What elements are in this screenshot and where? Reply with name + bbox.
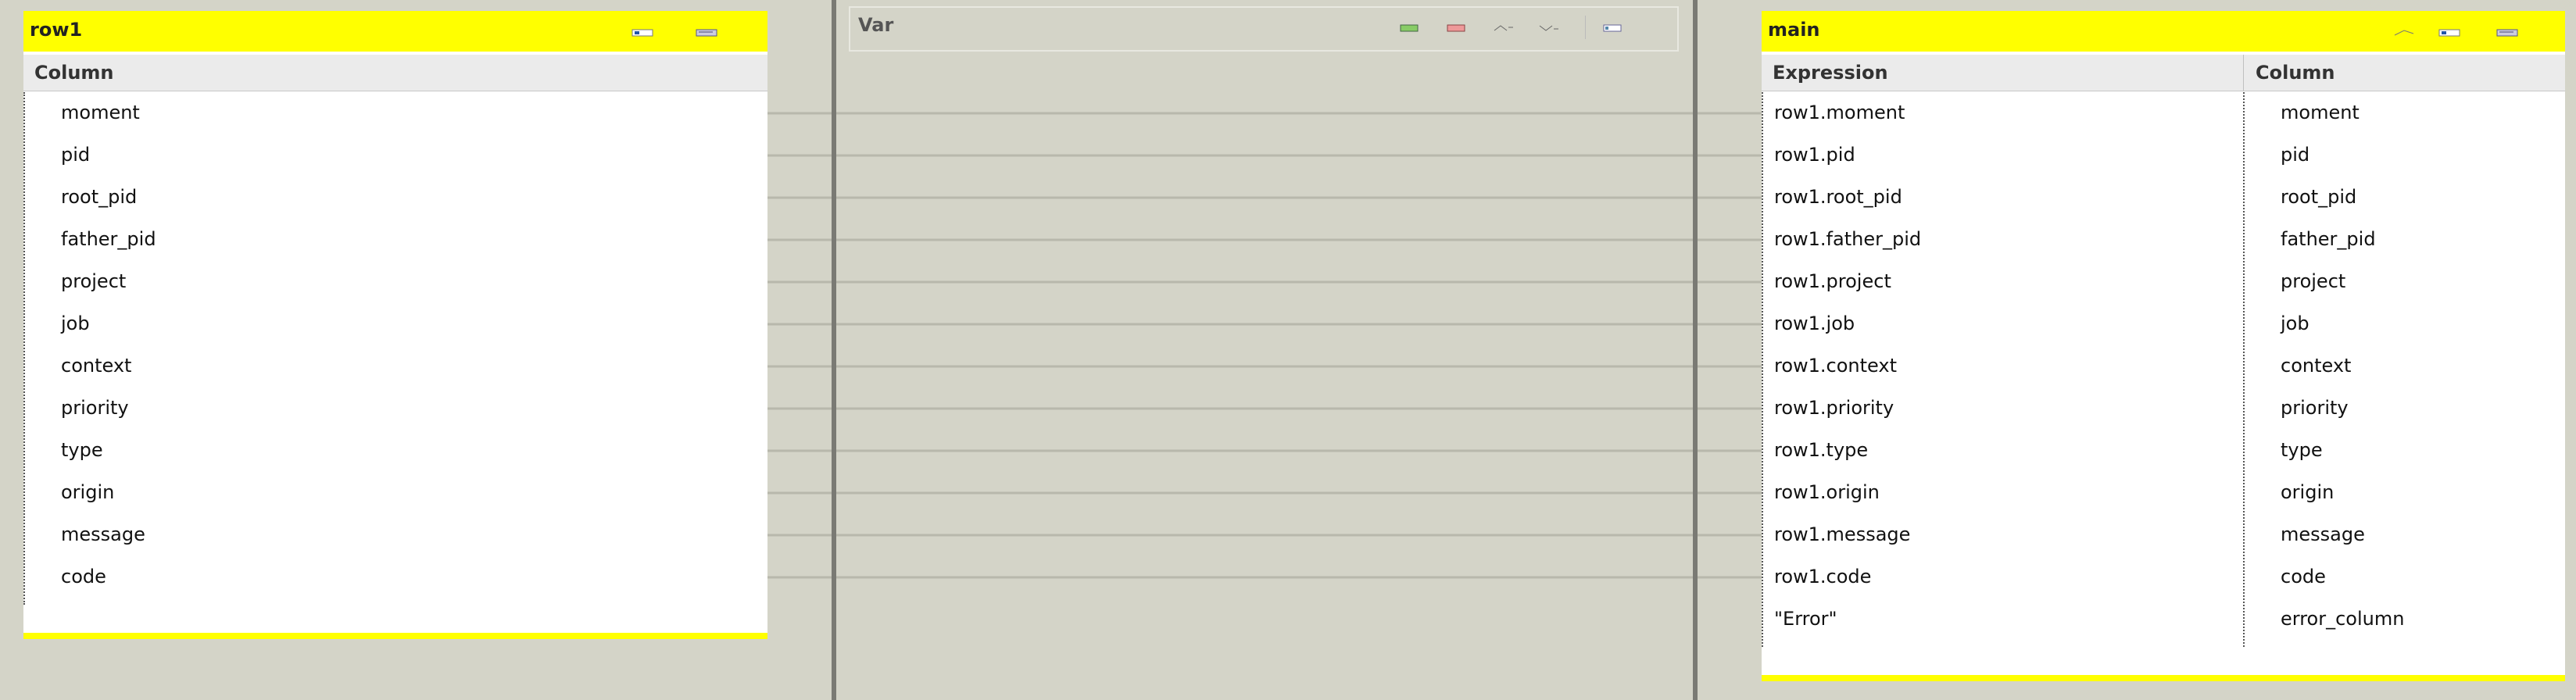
output-row-context[interactable]: row1.context context (1762, 345, 2565, 388)
expression-cell[interactable]: row1.message (1774, 523, 1910, 545)
output-row-message[interactable]: row1.message message (1762, 514, 2565, 556)
input-table-title: row1 (30, 19, 83, 41)
input-row-pid[interactable]: pid (23, 134, 767, 177)
input-table-row1[interactable]: row1 Column moment pid root_pid father_pidp… (23, 11, 767, 639)
input-row-father_pid[interactable]: father_pid (23, 219, 767, 261)
output-column-name: priority (2281, 397, 2349, 419)
expression-cell[interactable]: row1.type (1774, 439, 1868, 461)
input-table-title-bar[interactable]: row1 (23, 11, 767, 52)
output-row-origin[interactable]: row1.origin origin (1762, 472, 2565, 514)
input-column-header-label: Column (34, 62, 114, 84)
input-column-name: priority (61, 397, 129, 419)
input-row-origin[interactable]: origin (23, 472, 767, 514)
input-row-moment[interactable]: moment (23, 92, 767, 134)
output-table-main[interactable]: main Expression Column row1.moment moment… (1762, 11, 2565, 681)
move-down-icon[interactable] (1538, 22, 1560, 33)
input-row-code[interactable]: code (23, 556, 767, 598)
input-column-name: father_pid (61, 228, 156, 250)
edit-schema-icon[interactable] (696, 27, 719, 38)
input-row-root_pid[interactable]: root_pid (23, 177, 767, 219)
output-row-pid[interactable]: row1.pid pid (1762, 134, 2565, 177)
input-row-message[interactable]: message (23, 514, 767, 556)
output-column-name: origin (2281, 481, 2334, 503)
input-row-context[interactable]: context (23, 345, 767, 388)
output-column-name: moment (2281, 102, 2360, 123)
var-toolbar-separator (1585, 16, 1586, 39)
input-column-header: Column (23, 55, 767, 91)
auto-map-icon[interactable] (631, 27, 655, 38)
input-column-name: type (61, 439, 103, 461)
output-row-moment[interactable]: row1.moment moment (1762, 92, 2565, 134)
output-row-root_pid[interactable]: row1.root_pid root_pid (1762, 177, 2565, 219)
var-panel-title: Var (858, 14, 894, 36)
output-row-type[interactable]: row1.type type (1762, 430, 2565, 472)
expression-cell[interactable]: row1.pid (1774, 144, 1855, 166)
output-column-header-label: Column (2256, 62, 2335, 84)
output-table-title-bar[interactable]: main (1762, 11, 2565, 52)
output-column-name: project (2281, 270, 2346, 292)
input-row-priority[interactable]: priority (23, 388, 767, 430)
input-column-name: pid (61, 144, 91, 166)
output-header-separator (2243, 55, 2244, 91)
input-column-name: moment (61, 102, 140, 123)
pane-divider-left[interactable] (832, 0, 836, 700)
move-up-icon[interactable] (1493, 22, 1515, 33)
output-row-error_column[interactable]: "Error" error_column (1762, 598, 2565, 641)
output-row-priority[interactable]: row1.priority priority (1762, 388, 2565, 430)
input-row-job[interactable]: job (23, 303, 767, 345)
expression-cell[interactable]: row1.project (1774, 270, 1891, 292)
output-column-name: code (2281, 566, 2326, 588)
expression-cell[interactable]: row1.origin (1774, 481, 1880, 503)
input-row-type[interactable]: type (23, 430, 767, 472)
output-column-name: father_pid (2281, 228, 2376, 250)
output-column-name: job (2281, 312, 2309, 334)
edit-schema-icon[interactable] (2496, 27, 2520, 38)
input-column-name: root_pid (61, 186, 138, 208)
expression-cell[interactable]: row1.job (1774, 312, 1855, 334)
filter-icon[interactable] (2393, 27, 2417, 38)
add-variable-icon[interactable] (1399, 22, 1421, 33)
output-table-footer (1762, 675, 2565, 681)
remove-variable-icon[interactable] (1446, 22, 1468, 33)
input-column-name: code (61, 566, 106, 588)
output-table-title: main (1768, 19, 1820, 41)
pane-divider-right[interactable] (1693, 0, 1698, 700)
input-column-name: message (61, 523, 145, 545)
output-row-code[interactable]: row1.code code (1762, 556, 2565, 598)
expression-cell[interactable]: "Error" (1774, 608, 1837, 630)
output-column-name: error_column (2281, 608, 2405, 630)
expression-cell[interactable]: row1.priority (1774, 397, 1894, 419)
output-column-name: type (2281, 439, 2323, 461)
output-column-name: context (2281, 355, 2352, 377)
expression-cell[interactable]: row1.code (1774, 566, 1871, 588)
expression-cell[interactable]: row1.moment (1774, 102, 1905, 123)
output-row-project[interactable]: row1.project project (1762, 261, 2565, 303)
edit-schema-icon[interactable] (1602, 22, 1624, 33)
output-row-father_pid[interactable]: row1.father_pid father_pid (1762, 219, 2565, 261)
output-column-name: root_pid (2281, 186, 2357, 208)
input-table-footer (23, 633, 767, 639)
input-column-name: origin (61, 481, 115, 503)
output-row-job[interactable]: row1.job job (1762, 303, 2565, 345)
input-column-name: job (61, 312, 90, 334)
input-column-name: project (61, 270, 127, 292)
output-column-header: Expression Column (1762, 55, 2565, 91)
expression-cell[interactable]: row1.father_pid (1774, 228, 1921, 250)
var-panel[interactable]: Var (849, 6, 1679, 52)
input-column-name: context (61, 355, 132, 377)
auto-map-icon[interactable] (2438, 27, 2462, 38)
expression-header-label: Expression (1773, 62, 1888, 84)
output-column-name: pid (2281, 144, 2310, 166)
expression-cell[interactable]: row1.context (1774, 355, 1897, 377)
output-column-name: message (2281, 523, 2365, 545)
input-row-project[interactable]: project (23, 261, 767, 303)
expression-cell[interactable]: row1.root_pid (1774, 186, 1902, 208)
